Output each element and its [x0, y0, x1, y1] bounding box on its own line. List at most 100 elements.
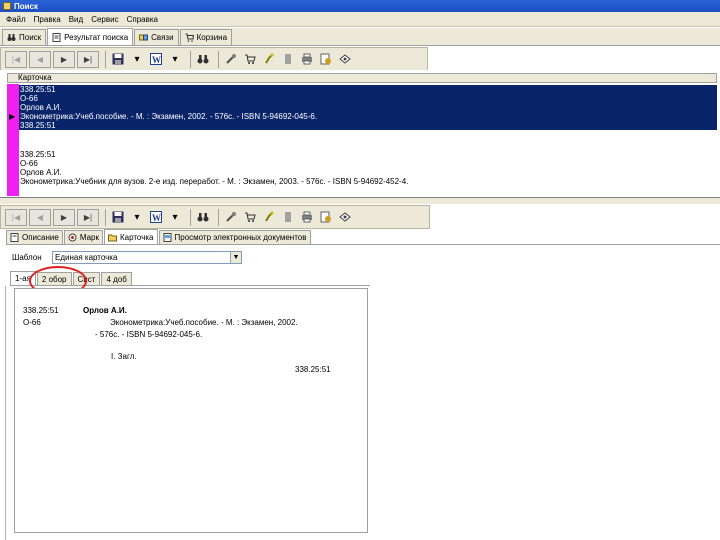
- record-line: 338.25:51: [20, 85, 56, 94]
- app-icon: [3, 2, 11, 10]
- toolbar-separator: [105, 208, 106, 226]
- toolbar-separator: [218, 208, 219, 226]
- template-label: Шаблон: [12, 252, 42, 262]
- row-selector-column[interactable]: [7, 84, 19, 196]
- binoculars-icon[interactable]: [195, 51, 211, 67]
- tab-description[interactable]: Описание: [6, 230, 63, 244]
- record-line: 338.25:51: [20, 121, 56, 130]
- printer-icon[interactable]: [299, 51, 315, 67]
- results-grid: Карточка ▶ 338.25:51 О-66 Орлов А.И. Эко…: [0, 70, 720, 198]
- prev-record-button[interactable]: ◀: [29, 50, 51, 68]
- card-index: 338.25:51: [23, 306, 59, 315]
- title-bar: Поиск: [0, 0, 720, 12]
- tools-icon[interactable]: [223, 51, 239, 67]
- tab-search-label: Поиск: [19, 33, 42, 42]
- basket-add-icon[interactable]: [242, 51, 258, 67]
- word-dropdown-icon[interactable]: ▾: [167, 209, 183, 225]
- record-line: Орлов А.И.: [20, 103, 62, 112]
- basket-icon: [185, 33, 194, 42]
- settings-icon[interactable]: [318, 209, 334, 225]
- tab-marc-label: Марк: [79, 233, 99, 242]
- template-select[interactable]: Единая карточка ▼: [52, 250, 242, 264]
- basket-add-icon[interactable]: [242, 209, 258, 225]
- binoculars-icon: [7, 33, 16, 42]
- record-line: О-66: [20, 159, 38, 168]
- toolbar-separator: [190, 208, 191, 226]
- tab-search-results[interactable]: Результат поиска: [47, 28, 134, 45]
- stop-icon[interactable]: [280, 209, 296, 225]
- card-description-1: Эконометрика:Учеб.пособие. - М. : Экзаме…: [110, 318, 298, 327]
- tab-links[interactable]: Связи: [134, 29, 179, 45]
- last-record-button[interactable]: ▶|: [77, 208, 99, 226]
- edoc-icon: [163, 233, 172, 242]
- toolbar-separator: [190, 50, 191, 68]
- chevron-down-icon[interactable]: ▼: [230, 251, 241, 263]
- card-copies: I. Загл.: [111, 352, 137, 361]
- menu-service[interactable]: Сервис: [91, 15, 118, 24]
- save-dropdown-icon[interactable]: ▾: [129, 209, 145, 225]
- word-dropdown-icon[interactable]: ▾: [167, 51, 183, 67]
- refresh-icon[interactable]: [337, 51, 353, 67]
- tab-basket-label: Корзина: [196, 33, 228, 42]
- top-toolbar: |◀ ◀ ▶ ▶| ▾ W ▾: [0, 47, 428, 71]
- menu-view[interactable]: Вид: [69, 15, 83, 24]
- menu-bar: Файл Правка Вид Сервис Справка: [0, 12, 720, 27]
- card-index-bottom: 338.25:51: [295, 365, 331, 374]
- list-item-record-1[interactable]: 338.25:51 О-66 Орлов А.И. Эконометрика:У…: [19, 85, 717, 130]
- record-line: Эконометрика:Учебник для вузов. 2-е изд.…: [20, 177, 409, 186]
- next-record-button[interactable]: ▶: [53, 208, 75, 226]
- menu-file[interactable]: Файл: [6, 15, 26, 24]
- divider: [5, 286, 6, 540]
- toolbar-separator: [218, 50, 219, 68]
- word-icon[interactable]: W: [148, 51, 164, 67]
- tools-icon[interactable]: [223, 209, 239, 225]
- record-line: 338.25:51: [20, 150, 56, 159]
- splitter-bar[interactable]: [0, 198, 720, 204]
- bottom-toolbar: |◀ ◀ ▶ ▶| ▾ W ▾: [0, 205, 430, 229]
- links-icon: [139, 33, 149, 42]
- refresh-icon[interactable]: [337, 209, 353, 225]
- catalog-card: 338.25:51 О-66 Орлов А.И. Эконометрика:У…: [14, 288, 368, 533]
- document-icon: [52, 32, 61, 42]
- record-line: Эконометрика:Учеб.пособие. - М. : Экзаме…: [20, 112, 318, 121]
- tab-search[interactable]: Поиск: [2, 29, 47, 45]
- current-row-marker-icon: ▶: [9, 112, 16, 121]
- main-tabs: Поиск Результат поиска Связи Корзина: [0, 28, 720, 46]
- card-author: Орлов А.И.: [83, 306, 127, 315]
- next-record-button[interactable]: ▶: [53, 50, 75, 68]
- toolbar-separator: [105, 50, 106, 68]
- card-description-2: - 576с. - ISBN 5-94692-045-6.: [95, 330, 203, 339]
- save-icon[interactable]: [110, 209, 126, 225]
- stop-icon[interactable]: [280, 51, 296, 67]
- first-record-button[interactable]: |◀: [5, 50, 27, 68]
- tab-links-label: Связи: [151, 33, 174, 42]
- marc-icon: [68, 233, 77, 242]
- pin-icon[interactable]: [261, 209, 277, 225]
- tab-card[interactable]: Карточка: [103, 229, 158, 244]
- word-icon[interactable]: W: [148, 209, 164, 225]
- binoculars-icon[interactable]: [195, 209, 211, 225]
- save-icon[interactable]: [110, 51, 126, 67]
- record-line: О-66: [20, 94, 38, 103]
- template-row: Шаблон Единая карточка ▼: [12, 250, 252, 264]
- tab-edocs[interactable]: Просмотр электронных документов: [158, 230, 311, 244]
- tab-card-label: Карточка: [119, 232, 154, 242]
- window-title: Поиск: [14, 1, 39, 11]
- folder-icon: [107, 233, 117, 242]
- tab-basket[interactable]: Корзина: [179, 29, 233, 45]
- printer-icon[interactable]: [299, 209, 315, 225]
- list-item-record-2[interactable]: 338.25:51 О-66 Орлов А.И. Эконометрика:У…: [19, 150, 717, 186]
- first-record-button[interactable]: |◀: [5, 208, 27, 226]
- tab-marc[interactable]: Марк: [63, 230, 103, 244]
- pin-icon[interactable]: [261, 51, 277, 67]
- record-line: Орлов А.И.: [20, 168, 62, 177]
- save-dropdown-icon[interactable]: ▾: [129, 51, 145, 67]
- prev-record-button[interactable]: ◀: [29, 208, 51, 226]
- menu-help[interactable]: Справка: [127, 15, 158, 24]
- tab-edocs-label: Просмотр электронных документов: [174, 233, 307, 242]
- grid-column-header[interactable]: Карточка: [7, 73, 717, 83]
- settings-icon[interactable]: [318, 51, 334, 67]
- last-record-button[interactable]: ▶|: [77, 50, 99, 68]
- tab-card-4[interactable]: 4 доб: [101, 272, 132, 285]
- menu-edit[interactable]: Правка: [34, 15, 61, 24]
